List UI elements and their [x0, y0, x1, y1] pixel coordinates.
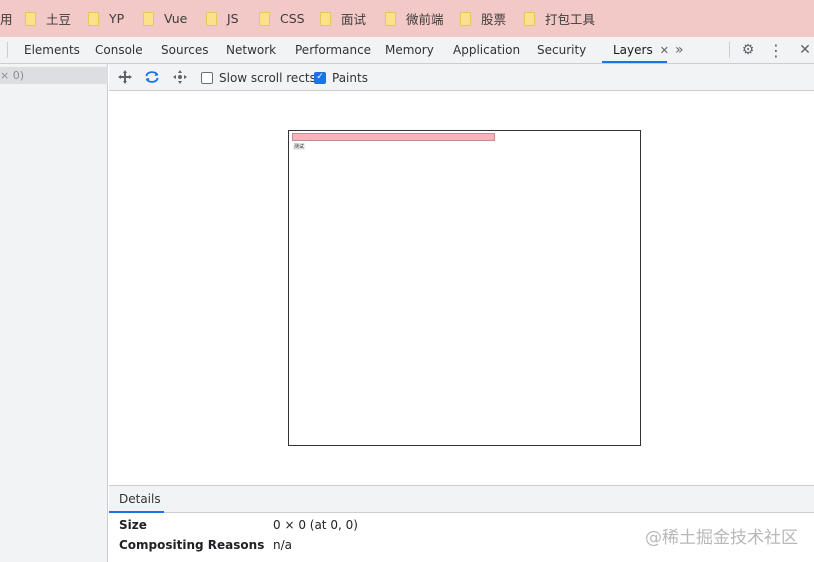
details-row-size: Size 0 × 0 (at 0, 0): [119, 515, 358, 535]
tab-label: Network: [226, 43, 277, 57]
bookmark-vue[interactable]: Vue: [143, 0, 187, 37]
divider: [7, 42, 8, 58]
tab-label: Layers: [613, 43, 653, 57]
tab-details[interactable]: Details: [109, 486, 171, 512]
rotate-mode-icon-svg: [145, 71, 159, 83]
divider: [729, 42, 730, 58]
tab-performance[interactable]: Performance: [295, 37, 371, 63]
settings-icon[interactable]: ⚙: [739, 41, 757, 59]
tab-label: Details: [119, 492, 161, 506]
bookmark-label: JS: [227, 11, 239, 26]
tab-label: Elements: [24, 43, 80, 57]
bookmark-yp[interactable]: YP: [88, 0, 124, 37]
bookmarks-bar: 用 土豆 YP Vue JS CSS 面试 微前端 股票 打包工具: [0, 0, 814, 37]
details-value: n/a: [273, 538, 293, 552]
folder-icon: [88, 11, 99, 26]
details-key: Compositing Reasons: [119, 538, 265, 552]
layers-canvas[interactable]: 测试: [109, 92, 814, 485]
details-value: 0 × 0 (at 0, 0): [273, 518, 358, 532]
folder-icon: [206, 11, 217, 26]
bookmark-js[interactable]: JS: [206, 0, 239, 37]
more-tabs-icon[interactable]: »: [675, 37, 684, 63]
details-row-compositing-reasons: Compositing Reasons n/a: [119, 535, 292, 555]
bookmark-mianshi[interactable]: 面试: [320, 0, 366, 37]
folder-icon: [385, 11, 396, 26]
tab-label: Console: [95, 43, 143, 57]
rotate-mode-icon[interactable]: [144, 69, 160, 85]
paints-toggle[interactable]: ✓ Paints: [314, 64, 368, 91]
tab-label: Performance: [295, 43, 372, 57]
folder-icon: [143, 11, 154, 26]
tab-memory[interactable]: Memory: [385, 37, 434, 63]
reset-transform-icon[interactable]: [172, 69, 188, 85]
slow-scroll-rects-checkbox[interactable]: [201, 71, 213, 84]
close-tab-icon[interactable]: ✕: [660, 44, 669, 57]
bookmark-css[interactable]: CSS: [259, 0, 305, 37]
pan-mode-icon-svg: [118, 70, 132, 84]
tab-elements[interactable]: Elements: [24, 37, 80, 63]
bookmark-label: YP: [109, 11, 125, 26]
devtools-tab-strip: Elements Console Sources Network Perform…: [0, 37, 814, 64]
pan-mode-icon[interactable]: [117, 69, 133, 85]
bookmark-stocks[interactable]: 股票: [460, 0, 506, 37]
bookmark-label: 微前端: [406, 12, 444, 27]
layer-tree-row-label: × 0): [0, 69, 25, 82]
bookmark-partial[interactable]: 用: [0, 0, 13, 37]
watermark: @稀土掘金技术社区: [645, 528, 798, 548]
paint-layer-rect[interactable]: [292, 133, 495, 141]
layers-tree-panel: × 0): [0, 64, 108, 562]
tab-label: Security: [537, 43, 587, 57]
layer-content-label: 测试: [293, 143, 306, 150]
tab-label: Application: [453, 43, 521, 57]
active-tab-indicator: [602, 61, 667, 63]
bookmark-label: Vue: [164, 11, 188, 26]
tab-label: Memory: [385, 43, 434, 57]
folder-icon: [460, 11, 471, 26]
bookmark-tudou[interactable]: 土豆: [25, 0, 71, 37]
bookmark-partial-label: 用: [0, 12, 13, 27]
bookmark-label: 土豆: [46, 12, 72, 27]
tab-security[interactable]: Security: [537, 37, 586, 63]
folder-icon: [524, 11, 535, 26]
tab-layers[interactable]: Layers ✕: [613, 37, 669, 63]
bookmark-label: 面试: [341, 12, 367, 27]
bookmark-label: 打包工具: [545, 12, 596, 27]
tab-label: Sources: [161, 43, 209, 57]
folder-icon: [25, 11, 36, 26]
tab-console[interactable]: Console: [95, 37, 143, 63]
reset-transform-icon-svg: [173, 70, 187, 84]
bookmark-label: 股票: [481, 12, 507, 27]
details-key: Size: [119, 518, 147, 532]
folder-icon: [320, 11, 331, 26]
folder-icon: [259, 11, 270, 26]
slow-scroll-rects-toggle[interactable]: Slow scroll rects: [201, 64, 316, 91]
kebab-menu-icon[interactable]: ⋮: [767, 41, 785, 60]
tab-network[interactable]: Network: [226, 37, 276, 63]
paints-label: Paints: [332, 70, 368, 85]
close-icon[interactable]: ✕: [796, 41, 814, 59]
slow-scroll-rects-label: Slow scroll rects: [219, 70, 316, 85]
bookmark-bundlers[interactable]: 打包工具: [524, 0, 595, 37]
bookmark-micro-frontend[interactable]: 微前端: [385, 0, 444, 37]
layers-toolbar: Slow scroll rects ✓ Paints: [109, 64, 814, 91]
layer-tree-row[interactable]: × 0): [0, 67, 108, 84]
details-header: Details: [109, 485, 814, 513]
tab-sources[interactable]: Sources: [161, 37, 208, 63]
bookmark-label: CSS: [280, 11, 305, 26]
layer-viewport[interactable]: 测试: [288, 130, 641, 446]
paints-checkbox[interactable]: ✓: [314, 71, 326, 84]
tab-application[interactable]: Application: [453, 37, 520, 63]
